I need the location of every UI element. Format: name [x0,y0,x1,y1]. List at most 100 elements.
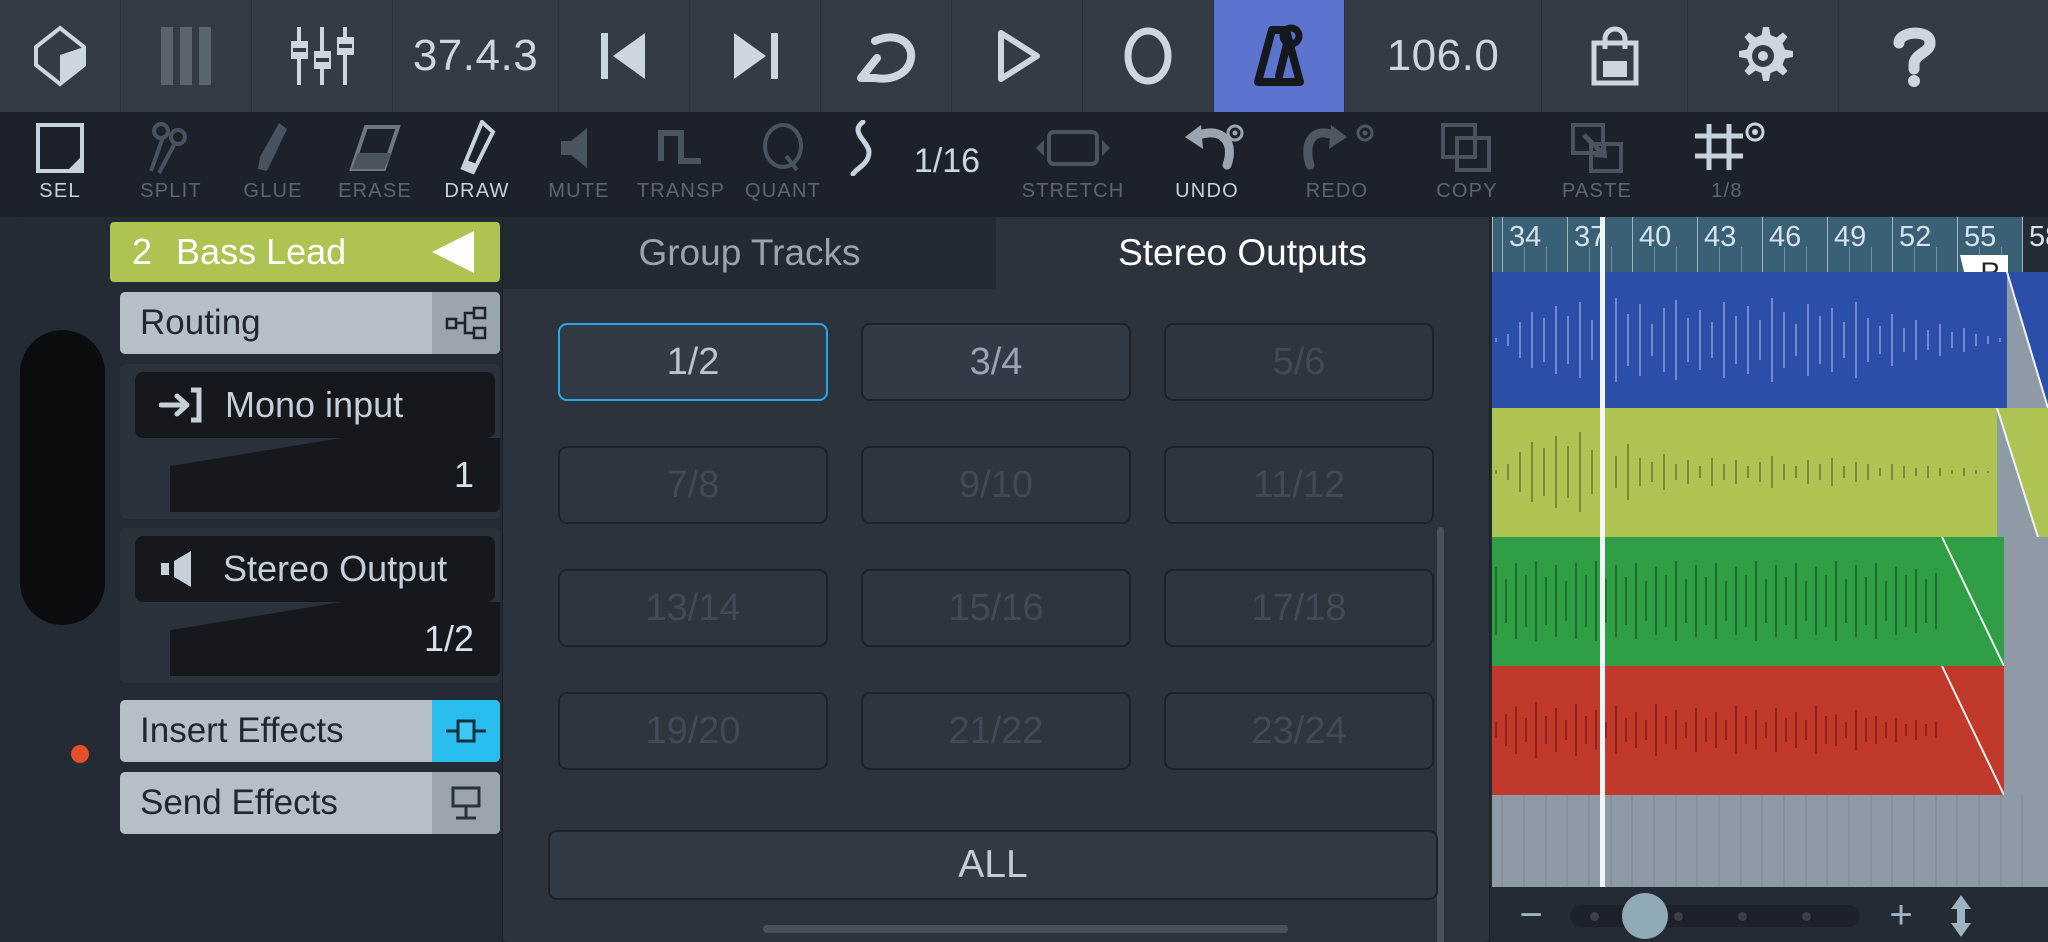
ruler-tick: 40 [1632,217,1671,272]
output-button-19-20[interactable]: 19/20 [558,692,828,770]
input-slot-label: Mono input [225,384,404,425]
pan-knob-indicator [71,745,89,763]
loop-icon[interactable] [821,0,951,112]
tool-erase[interactable]: ERASE [324,112,426,217]
help-icon[interactable] [1839,0,1989,112]
modal-horizontal-scrollbar[interactable] [763,925,1288,933]
section-header-routing[interactable]: Routing [120,292,500,354]
transpose-icon [657,120,705,176]
play-icon[interactable] [952,0,1082,112]
output-button-1-2[interactable]: 1/2 [558,323,828,401]
record-icon[interactable] [1083,0,1213,112]
track-clip-2[interactable] [1492,408,2048,537]
quantize-value[interactable]: 1/16 [886,112,1004,217]
glue-icon [253,120,293,176]
tool-transp[interactable]: TRANSP [630,112,732,217]
ruler-tick: 43 [1697,217,1736,272]
note-length-icon [843,120,877,176]
tool-glue[interactable]: GLUE [222,112,324,217]
pencil-icon [457,120,497,176]
zoom-out-button[interactable]: − [1514,893,1548,938]
tools-toolbar: SEL SPLIT GLUE ERASE DRAW MUTE TRANSP QU… [0,112,2048,217]
pan-knob[interactable] [20,330,105,763]
ruler-tick: 46 [1762,217,1801,272]
vertical-arrows-icon[interactable] [1946,893,1976,939]
tool-label: TRANSP [636,180,726,202]
output-button-7-8[interactable]: 7/8 [558,446,828,524]
speaker-icon [159,550,201,588]
tool-label: SPLIT [140,180,202,202]
output-slot-button[interactable]: Stereo Output [135,536,495,602]
ruler-tick: 49 [1827,217,1866,272]
tool-label: STRETCH [1021,180,1125,202]
input-slot-button[interactable]: Mono input [135,372,495,438]
tempo-value: 106.0 [1386,31,1500,80]
tool-sel[interactable]: SEL [0,112,120,217]
metronome-icon[interactable] [1214,0,1344,112]
track-header[interactable]: 2 Bass Lead [110,222,500,282]
zoom-slider[interactable] [1570,892,1860,939]
tool-grid[interactable]: 1/8 [1662,112,1792,217]
routing-icon[interactable] [432,292,500,354]
position-value: 37.4.3 [412,31,539,80]
gear-icon[interactable] [1688,0,1838,112]
shop-bag-icon[interactable] [1542,0,1687,112]
tool-label: 1/8 [1711,180,1743,202]
tool-draw[interactable]: DRAW [426,112,528,217]
all-outputs-button[interactable]: ALL [548,830,1438,900]
forward-to-end-icon[interactable] [690,0,820,112]
output-button-17-18[interactable]: 17/18 [1164,569,1434,647]
track-lanes[interactable] [1492,272,2048,887]
mixer-console-icon[interactable] [0,0,120,112]
output-button-15-16[interactable]: 15/16 [861,569,1131,647]
tool-mute[interactable]: MUTE [528,112,630,217]
section-title: Routing [140,303,261,342]
faders-icon[interactable] [252,0,392,112]
output-button-13-14[interactable]: 13/14 [558,569,828,647]
stretch-icon [1032,120,1114,176]
output-button-11-12[interactable]: 11/12 [1164,446,1434,524]
redo-icon [1299,120,1375,176]
position-display[interactable]: 37.4.3 [393,0,558,112]
tool-label: PASTE [1561,180,1633,202]
tool-copy[interactable]: COPY [1402,112,1532,217]
output-button-3-4[interactable]: 3/4 [861,323,1131,401]
output-button-9-10[interactable]: 9/10 [861,446,1131,524]
tool-quant[interactable]: QUANT [732,112,834,217]
input-slot-value[interactable]: 1 [170,438,500,512]
zoom-slider-thumb[interactable] [1622,892,1668,939]
tab-stereo-outputs[interactable]: Stereo Outputs [996,217,1489,289]
tool-redo[interactable]: REDO [1272,112,1402,217]
left-triangle-icon[interactable] [428,229,484,275]
stereo-outputs-grid: 1/2 3/4 5/6 7/8 9/10 11/12 13/14 15/16 1… [503,289,1489,869]
ruler-tick: 58 [2022,217,2048,272]
input-arrow-icon [159,386,203,424]
rewind-to-start-icon[interactable] [559,0,689,112]
track-number: 2 [132,231,153,272]
tempo-display[interactable]: 106.0 [1345,0,1541,112]
send-fx-icon[interactable] [432,772,500,834]
modal-vertical-scrollbar[interactable] [1437,527,1444,942]
tool-undo[interactable]: UNDO [1142,112,1272,217]
track-clip-1[interactable] [1492,272,2048,408]
note-length-icon[interactable] [834,112,886,217]
track-clip-3[interactable] [1492,537,2048,666]
insert-fx-icon[interactable] [432,700,500,762]
output-button-21-22[interactable]: 21/22 [861,692,1131,770]
output-button-23-24[interactable]: 23/24 [1164,692,1434,770]
output-slot-value[interactable]: 1/2 [170,602,500,676]
keyboard-icon[interactable] [121,0,251,112]
eraser-icon [348,120,402,176]
playhead[interactable] [1600,217,1605,887]
daw-app: 37.4.3 106.0 SEL SPLIT GLUE ERASE DRAW M… [0,0,2048,942]
tab-group-tracks[interactable]: Group Tracks [503,217,996,289]
output-button-5-6[interactable]: 5/6 [1164,323,1434,401]
section-header-insert-effects[interactable]: Insert Effects [120,700,500,762]
zoom-in-button[interactable]: + [1884,893,1918,938]
track-clip-4[interactable] [1492,666,2048,795]
quantize-value-label: 1/16 [913,142,981,180]
tool-paste[interactable]: PASTE [1532,112,1662,217]
tool-split[interactable]: SPLIT [120,112,222,217]
section-header-send-effects[interactable]: Send Effects [120,772,500,834]
tool-stretch[interactable]: STRETCH [1004,112,1142,217]
